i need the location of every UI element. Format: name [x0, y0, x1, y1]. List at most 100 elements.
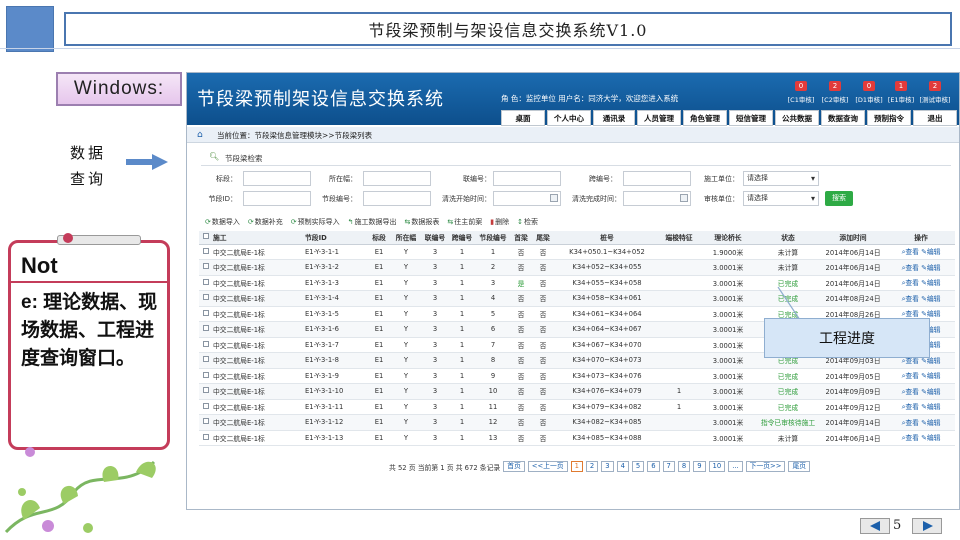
row-checkbox-cell[interactable] [199, 244, 213, 260]
row-checkbox-cell[interactable] [199, 430, 213, 446]
row-checkbox-cell[interactable] [199, 352, 213, 369]
pager-page-2[interactable]: 2 [585, 461, 599, 472]
row-checkbox-cell[interactable] [199, 275, 213, 291]
nav-sms-management[interactable]: 短信管理 [729, 110, 773, 126]
nav-contacts[interactable]: 通讯录 [593, 110, 635, 126]
filter-lianbianhao-input[interactable] [493, 171, 561, 186]
import-data-button[interactable]: ⟳数据导入 [205, 217, 240, 227]
table-row[interactable]: 中交二航局E-1标 E1-Y-3-1-13 E1 Y 3 1 13 否否 K34+085~K34… [199, 430, 955, 446]
pager-page-10[interactable]: 10 [708, 461, 726, 472]
row-checkbox[interactable] [203, 418, 209, 425]
edit-button[interactable]: ✎编辑 [921, 434, 940, 442]
pager-ellipsis[interactable]: ... [728, 461, 743, 472]
table-row[interactable]: 中交二航局E-1标 E1-Y-3-1-12 E1 Y 3 1 12 否否 K34+082~K34… [199, 414, 955, 431]
filter-jieduanid-input[interactable] [243, 191, 311, 206]
export-data-button[interactable]: ↰施工数据导出 [348, 217, 397, 227]
filter-jieduanbianhao-input[interactable] [363, 191, 431, 206]
search-button[interactable]: 搜索 [825, 191, 853, 206]
table-row[interactable]: 中交二航局E-1标 E1-Y-3-1-2 E1 Y 3 1 2 否否 K34+052~K34+0… [199, 259, 955, 276]
audit-c1[interactable]: 0 [C1审核] [783, 81, 819, 104]
view-button[interactable]: ⌕查看 [902, 248, 919, 256]
select-all-checkbox[interactable] [199, 231, 213, 245]
table-row[interactable]: 中交二航局E-1标 E1-Y-3-1-4 E1 Y 3 1 4 否否 K34+058~K34+0… [199, 290, 955, 307]
row-checkbox-cell[interactable] [199, 414, 213, 431]
filter-biaoduan-input[interactable] [243, 171, 311, 186]
home-icon[interactable]: ⌂ [197, 130, 203, 140]
pager-page-4[interactable]: 4 [616, 461, 629, 472]
view-button[interactable]: ⌕查看 [902, 295, 919, 303]
pager-page-3[interactable]: 3 [601, 461, 614, 472]
pager-next[interactable]: 下一页>> [745, 461, 786, 472]
edit-button[interactable]: ✎编辑 [921, 279, 940, 287]
row-checkbox[interactable] [203, 371, 209, 378]
edit-button[interactable]: ✎编辑 [921, 372, 940, 380]
table-row[interactable]: 中交二航局E-1标 E1-Y-3-1-1 E1 Y 3 1 1 否否 K34+050.1~K34… [199, 244, 955, 260]
nav-desktop[interactable]: 桌面 [501, 110, 545, 126]
report-button[interactable]: ⇆数据报表 [405, 217, 440, 227]
prev-slide-button[interactable] [860, 518, 890, 534]
pager-page-7[interactable]: 7 [662, 461, 675, 472]
calendar-icon[interactable] [550, 194, 558, 202]
row-checkbox[interactable] [203, 263, 209, 270]
pager-first[interactable]: 首页 [503, 461, 525, 472]
pager-page-5[interactable]: 5 [631, 461, 645, 472]
nav-data-query[interactable]: 数据查询 [821, 110, 865, 126]
row-checkbox-cell[interactable] [199, 259, 213, 276]
row-checkbox-cell[interactable] [199, 337, 213, 353]
nav-prefab-command[interactable]: 预制指令 [867, 110, 911, 126]
filter-kuabianhao-input[interactable] [623, 171, 691, 186]
audit-test[interactable]: 2 [测试审核] [917, 81, 953, 104]
audit-d1[interactable]: 0 [D1审核] [851, 81, 887, 104]
table-row[interactable]: 中交二航局E-1标 E1-Y-3-1-11 E1 Y 3 1 11 否否 K34+079~K34… [199, 399, 955, 415]
row-checkbox[interactable] [203, 278, 209, 285]
edit-button[interactable]: ✎编辑 [921, 388, 940, 396]
table-row[interactable]: 中交二航局E-1标 E1-Y-3-1-3 E1 Y 3 1 3 是否 K34+055~K34+0… [199, 275, 955, 291]
pager-page-8[interactable]: 8 [677, 461, 691, 472]
pager-prev[interactable]: <<上一页 [527, 461, 568, 472]
supplement-data-button[interactable]: ⟳数据补充 [248, 217, 283, 227]
row-checkbox[interactable] [203, 387, 209, 394]
row-checkbox[interactable] [203, 402, 209, 409]
filter-shigong-select[interactable]: 请选择 [743, 171, 819, 186]
row-checkbox[interactable] [203, 433, 209, 440]
edit-button[interactable]: ✎编辑 [921, 264, 940, 272]
audit-e1[interactable]: 1 [E1审核] [883, 81, 919, 104]
next-slide-button[interactable] [912, 518, 942, 534]
edit-button[interactable]: ✎编辑 [921, 403, 940, 411]
view-button[interactable]: ⌕查看 [902, 403, 919, 411]
row-checkbox-cell[interactable] [199, 290, 213, 307]
row-checkbox-cell[interactable] [199, 383, 213, 400]
audit-c2[interactable]: 2 [C2审核] [817, 81, 853, 104]
pager-last[interactable]: 尾页 [788, 461, 811, 472]
row-checkbox[interactable] [203, 340, 209, 347]
row-checkbox-cell[interactable] [199, 321, 213, 338]
view-button[interactable]: ⌕查看 [902, 372, 919, 380]
filter-shenhe-select[interactable]: 请选择 [743, 191, 819, 206]
pager-page-1[interactable]: 1 [570, 461, 583, 472]
row-checkbox-cell[interactable] [199, 368, 213, 384]
pager-page-9[interactable]: 9 [693, 461, 706, 472]
nav-user-management[interactable]: 人员管理 [637, 110, 681, 126]
row-checkbox[interactable] [203, 325, 209, 332]
query-button[interactable]: ↕检索 [517, 217, 538, 227]
forward-button[interactable]: ⇆往主前案 [447, 217, 482, 227]
prefab-import-button[interactable]: ⟳预制实际导入 [291, 217, 340, 227]
view-button[interactable]: ⌕查看 [902, 388, 919, 396]
table-row[interactable]: 中交二航局E-1标 E1-Y-3-1-9 E1 Y 3 1 9 否否 K34+073~K34+0… [199, 368, 955, 384]
view-button[interactable]: ⌕查看 [902, 264, 919, 272]
filter-qingxi-end-input[interactable] [623, 191, 691, 206]
row-checkbox[interactable] [203, 294, 209, 301]
view-button[interactable]: ⌕查看 [902, 279, 919, 287]
nav-exit[interactable]: 退出 [913, 110, 957, 126]
edit-button[interactable]: ✎编辑 [921, 295, 940, 303]
filter-suozaifu-input[interactable] [363, 171, 431, 186]
nav-role-management[interactable]: 角色管理 [683, 110, 727, 126]
delete-button[interactable]: ▮删除 [490, 217, 509, 227]
table-row[interactable]: 中交二航局E-1标 E1-Y-3-1-10 E1 Y 3 1 10 否否 K34+076~K34… [199, 383, 955, 400]
pager-page-6[interactable]: 6 [647, 461, 660, 472]
row-checkbox-cell[interactable] [199, 306, 213, 322]
view-button[interactable]: ⌕查看 [902, 434, 919, 442]
edit-button[interactable]: ✎编辑 [921, 419, 940, 427]
view-button[interactable]: ⌕查看 [902, 419, 919, 427]
row-checkbox[interactable] [203, 309, 209, 316]
